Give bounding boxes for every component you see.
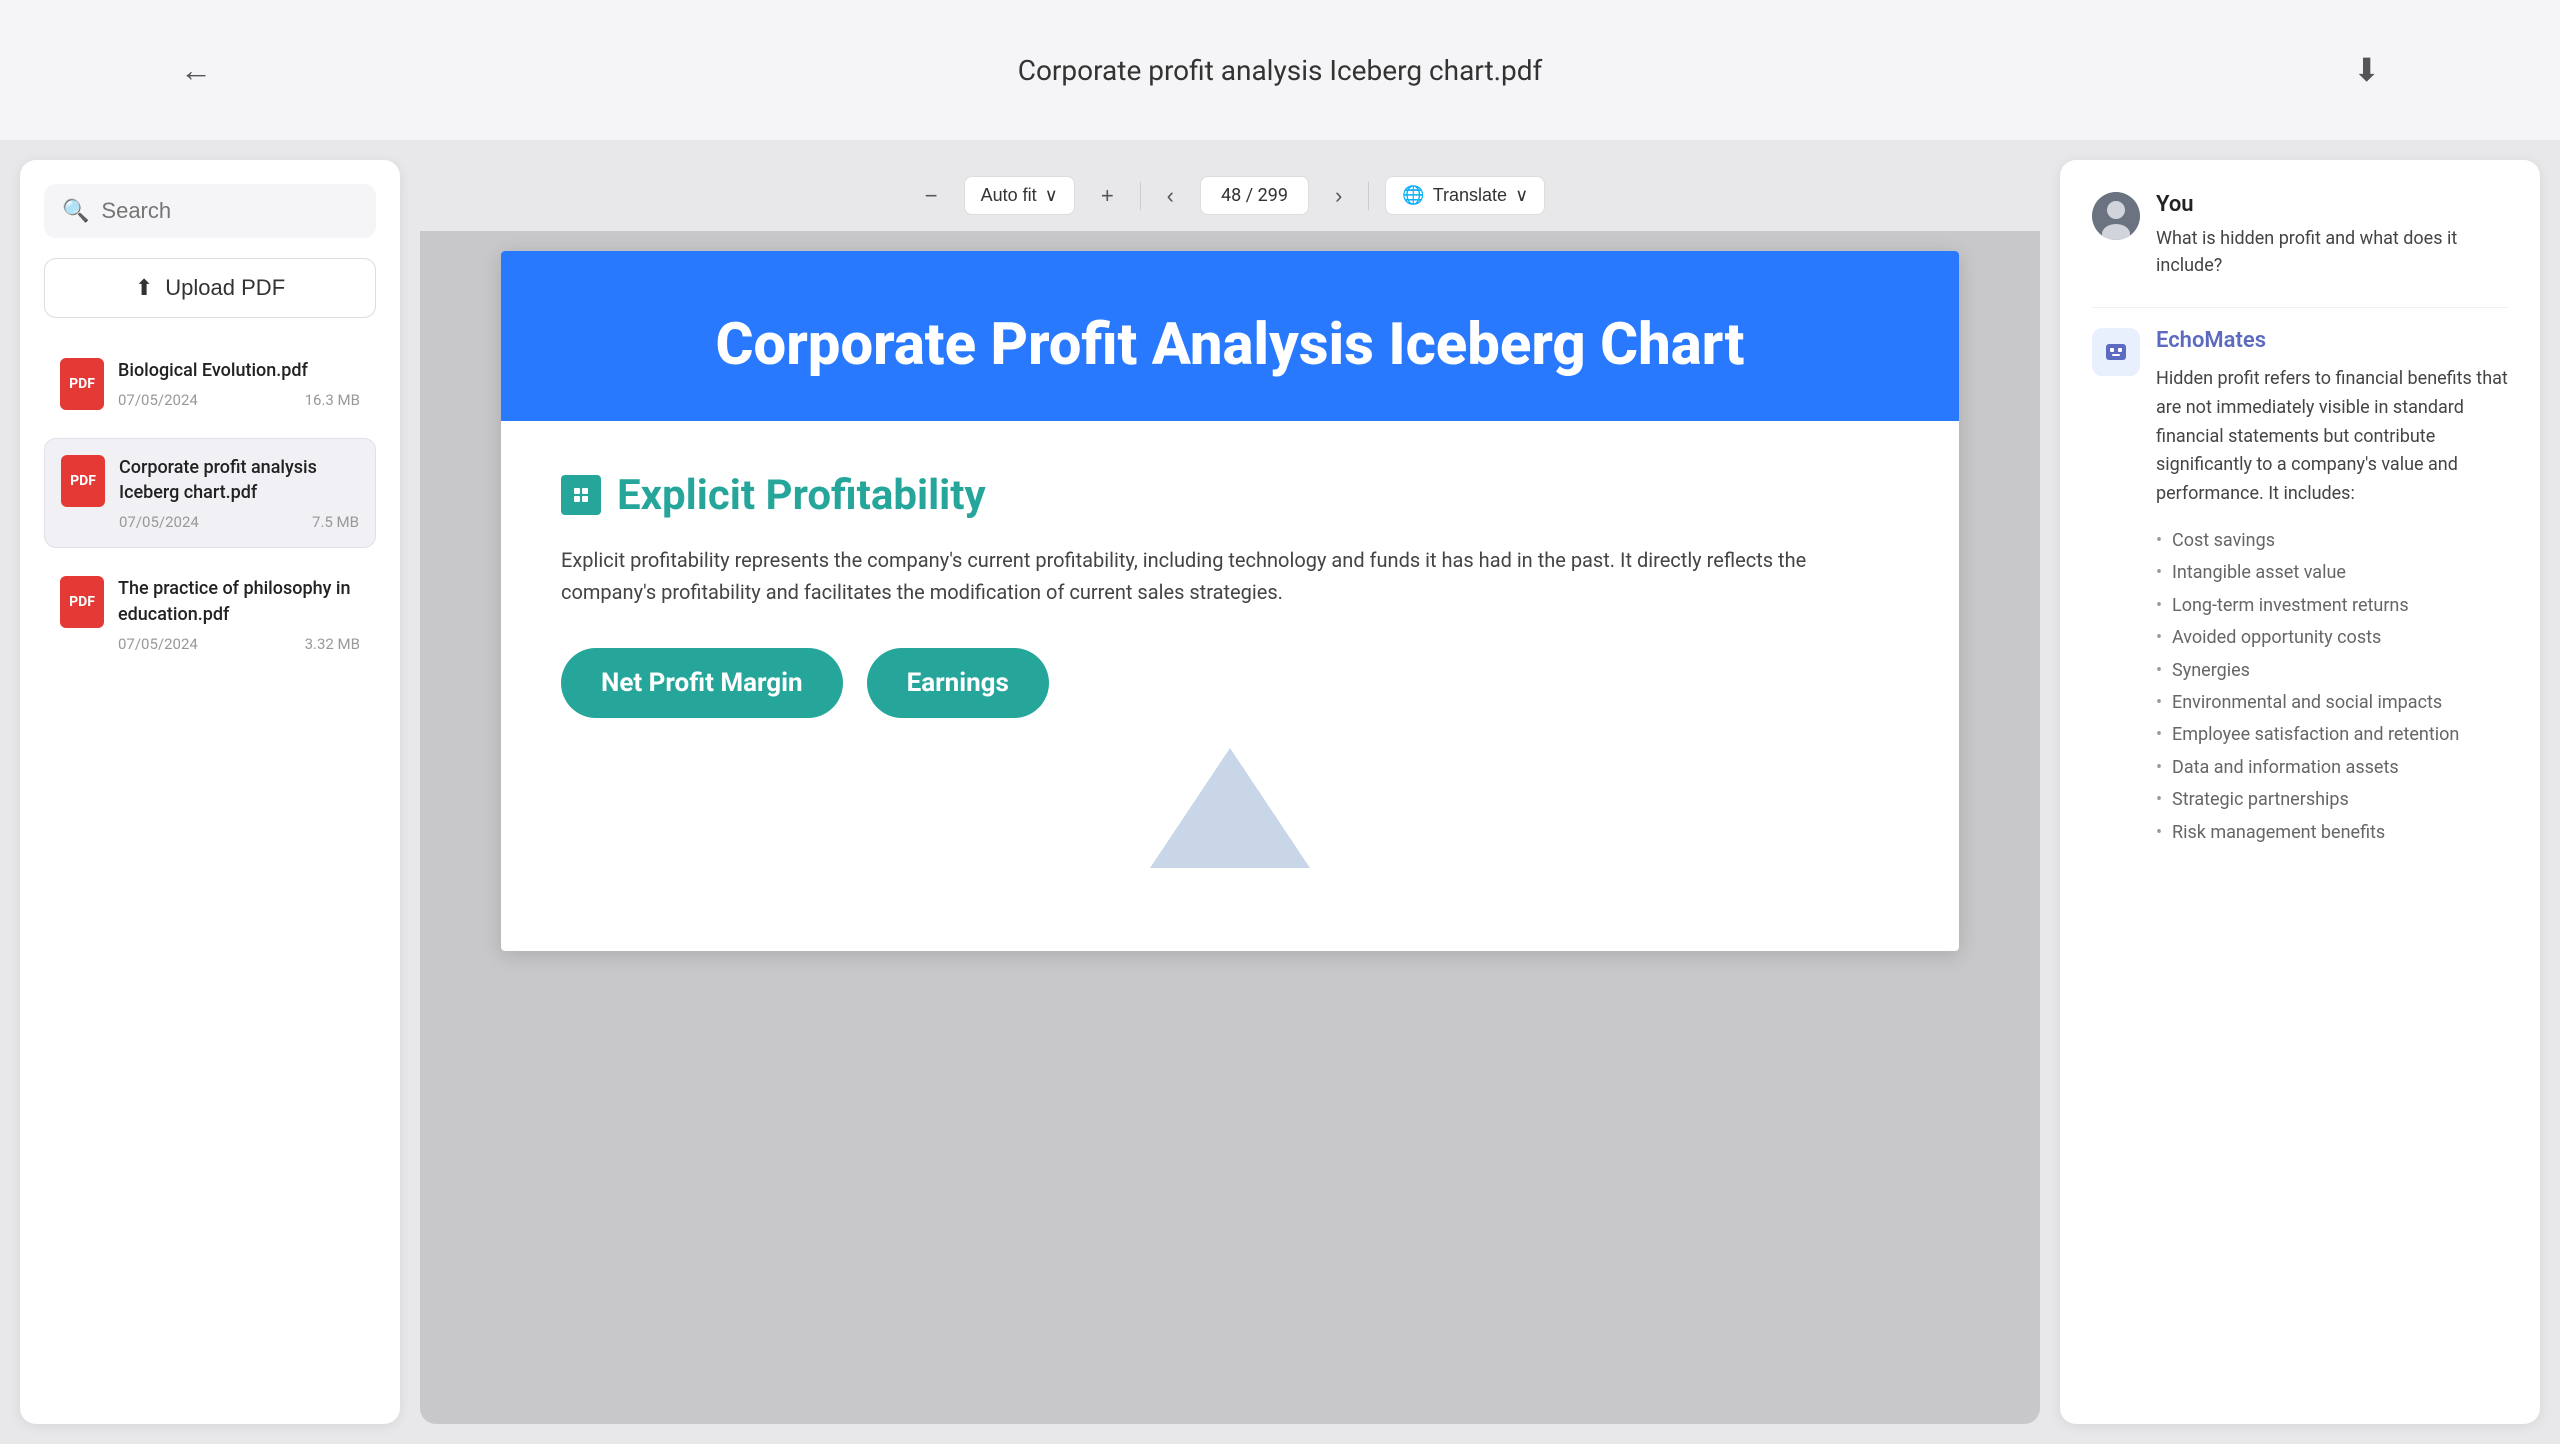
pill-row: Net Profit Margin Earnings [561,648,1899,718]
list-item[interactable]: PDF Biological Evolution.pdf 07/05/2024 … [44,342,376,426]
main-container: 🔍 ⬆ Upload PDF PDF Biological Evolution.… [0,140,2560,1444]
section-title: Explicit Profitability [617,471,986,520]
file-name: Biological Evolution.pdf [118,358,360,383]
upload-label: Upload PDF [165,275,285,301]
pdf-file-icon: PDF [61,455,105,507]
earnings-pill: Earnings [867,648,1049,718]
chat-you-question: What is hidden profit and what does it i… [2156,225,2508,279]
back-button[interactable]: ← [180,51,212,89]
pdf-toolbar: − Auto fit ∨ + ‹ 48 / 299 › 🌐 Translate … [420,160,2040,231]
list-item: Environmental and social impacts [2156,687,2508,719]
file-name: The practice of philosophy in education.… [118,576,360,626]
list-item: Risk management benefits [2156,817,2508,849]
pdf-main-title: Corporate Profit Analysis Iceberg Chart [561,311,1899,381]
file-name: Corporate profit analysis Iceberg chart.… [119,455,359,505]
toolbar-separator-2 [1368,182,1369,210]
list-item: Intangible asset value [2156,557,2508,589]
file-date: 07/05/2024 [118,391,198,409]
net-profit-margin-pill: Net Profit Margin [561,648,843,718]
section-header: Explicit Profitability [561,471,1899,520]
pdf-content: Corporate Profit Analysis Iceberg Chart [420,231,2040,1424]
pdf-file-icon: PDF [60,358,104,410]
next-page-button[interactable]: › [1325,177,1352,215]
search-bar: 🔍 [44,184,376,238]
chat-divider [2092,307,2508,308]
avatar [2092,192,2140,240]
translate-icon: 🌐 [1402,185,1424,206]
pdf-page: Corporate Profit Analysis Iceberg Chart [501,251,1959,951]
chat-bot-name: EchoMates [2156,328,2508,353]
zoom-out-button[interactable]: − [915,177,948,215]
section-text: Explicit profitability represents the co… [561,544,1899,608]
pdf-file-icon: PDF [60,576,104,628]
list-item: Data and information assets [2156,752,2508,784]
translate-chevron-icon: ∨ [1515,185,1528,206]
translate-label: Translate [1433,185,1507,206]
page-indicator: 48 / 299 [1200,176,1309,215]
list-item: Strategic partnerships [2156,784,2508,816]
toolbar-separator [1140,182,1141,210]
section-icon [561,475,601,515]
download-button[interactable]: ⬇ [2353,51,2380,89]
zoom-fit-button[interactable]: Auto fit ∨ [964,176,1075,215]
list-item: Synergies [2156,655,2508,687]
document-title: Corporate profit analysis Iceberg chart.… [1018,54,1543,87]
list-item: Long-term investment returns [2156,590,2508,622]
sidebar: 🔍 ⬆ Upload PDF PDF Biological Evolution.… [20,160,400,1424]
file-size: 7.5 MB [312,513,359,531]
iceberg-visual [561,748,1899,868]
chat-bot-intro: Hidden profit refers to financial benefi… [2156,365,2508,509]
bot-icon [2092,328,2140,376]
zoom-fit-chevron-icon: ∨ [1045,185,1058,206]
pdf-viewer-area: − Auto fit ∨ + ‹ 48 / 299 › 🌐 Translate … [420,160,2040,1424]
iceberg-triangle [1150,748,1310,868]
list-item: Employee satisfaction and retention [2156,719,2508,751]
chat-you-label: You [2156,192,2508,217]
upload-pdf-button[interactable]: ⬆ Upload PDF [44,258,376,318]
pdf-body: Explicit Profitability Explicit profitab… [501,421,1959,918]
list-item[interactable]: PDF Corporate profit analysis Iceberg ch… [44,438,376,548]
file-size: 16.3 MB [305,391,360,409]
pdf-header-section: Corporate Profit Analysis Iceberg Chart [501,251,1959,421]
chat-bot-message: EchoMates Hidden profit refers to financ… [2092,328,2508,849]
list-item: Avoided opportunity costs [2156,622,2508,654]
chat-panel: You What is hidden profit and what does … [2060,160,2540,1424]
file-date: 07/05/2024 [119,513,199,531]
list-item: Cost savings [2156,525,2508,557]
search-input[interactable] [101,198,358,224]
upload-icon: ⬆ [135,275,153,301]
prev-page-button[interactable]: ‹ [1157,177,1184,215]
translate-button[interactable]: 🌐 Translate ∨ [1385,176,1545,215]
search-icon: 🔍 [62,199,89,224]
chat-you-message: You What is hidden profit and what does … [2092,192,2508,279]
list-item[interactable]: PDF The practice of philosophy in educat… [44,560,376,668]
chat-bot-list: Cost savings Intangible asset value Long… [2156,525,2508,849]
top-bar: ← Corporate profit analysis Iceberg char… [0,0,2560,140]
pdf-list: PDF Biological Evolution.pdf 07/05/2024 … [44,342,376,669]
zoom-in-button[interactable]: + [1091,177,1124,215]
zoom-fit-label: Auto fit [981,185,1037,206]
file-size: 3.32 MB [305,635,360,653]
file-date: 07/05/2024 [118,635,198,653]
